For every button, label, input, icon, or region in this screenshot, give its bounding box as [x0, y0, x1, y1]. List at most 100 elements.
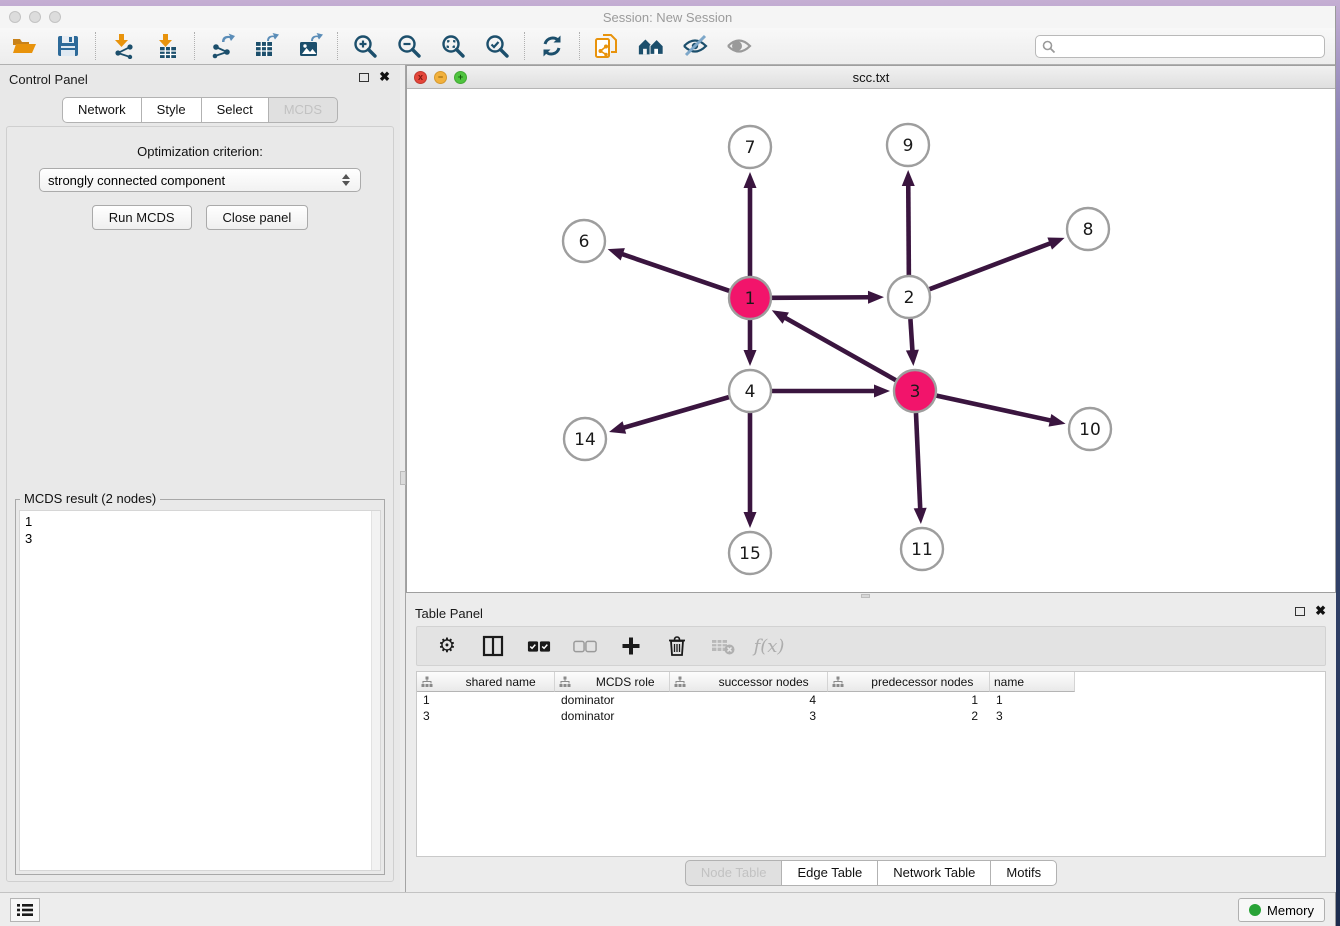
table-cell[interactable]: dominator — [555, 708, 670, 724]
zoom-in-icon[interactable] — [351, 32, 379, 60]
splitter-grip[interactable] — [861, 594, 870, 598]
save-session-icon[interactable] — [54, 32, 82, 60]
table-cell[interactable]: 3 — [670, 708, 828, 724]
graph-edge-2-8[interactable] — [930, 242, 1053, 289]
column-label: MCDS role — [596, 675, 655, 689]
table-toolbar: ⚙ f(x) — [416, 626, 1326, 666]
close-panel-icon[interactable]: ✖ — [379, 72, 390, 82]
column-label: name — [994, 675, 1024, 689]
table-cell[interactable]: 3 — [990, 708, 1075, 724]
control-panel: Control Panel ✖ NetworkStyleSelectMCDS O… — [0, 65, 400, 892]
delete-table-icon-disabled — [711, 634, 735, 658]
tab-node-table[interactable]: Node Table — [685, 860, 783, 886]
table-cell[interactable]: 1 — [828, 692, 990, 708]
export-table-icon[interactable] — [252, 32, 280, 60]
graph-node-label: 6 — [579, 232, 590, 252]
search-icon — [1041, 39, 1057, 55]
memory-label: Memory — [1267, 903, 1314, 918]
memory-status-icon — [1249, 904, 1261, 916]
column-tree-icon — [674, 676, 686, 688]
hide-graphics-details-icon[interactable] — [681, 32, 709, 60]
network-canvas[interactable]: 1234678910111415 — [407, 89, 1335, 592]
open-session-icon[interactable] — [10, 32, 38, 60]
graph-edge-3-10[interactable] — [936, 396, 1052, 421]
graph-node-label: 14 — [574, 430, 596, 450]
refresh-icon[interactable] — [538, 32, 566, 60]
graph-edge-4-14[interactable] — [621, 397, 728, 428]
column-header-shared-name[interactable]: shared name — [417, 672, 555, 692]
table-cell[interactable]: 1 — [417, 692, 555, 708]
graph-node-label: 7 — [745, 138, 756, 158]
tab-motifs[interactable]: Motifs — [990, 860, 1057, 886]
run-mcds-button[interactable]: Run MCDS — [92, 205, 192, 230]
tab-network-table[interactable]: Network Table — [877, 860, 991, 886]
import-network-icon[interactable] — [109, 32, 137, 60]
first-neighbors-icon[interactable] — [637, 32, 665, 60]
clone-network-icon[interactable] — [593, 32, 621, 60]
graph-edge-2-9[interactable] — [908, 183, 909, 275]
result-scrollbar[interactable] — [371, 511, 380, 870]
mcds-result-text[interactable]: 1 3 — [19, 510, 381, 871]
tab-network[interactable]: Network — [62, 97, 142, 123]
column-tree-icon — [832, 676, 844, 688]
table-cell[interactable]: 2 — [828, 708, 990, 724]
export-network-icon[interactable] — [208, 32, 236, 60]
zoom-out-icon[interactable] — [395, 32, 423, 60]
create-column-plus-icon[interactable] — [619, 634, 643, 658]
graph-node-label: 8 — [1083, 220, 1094, 240]
table-cell[interactable]: dominator — [555, 692, 670, 708]
select-stepper-icon — [342, 174, 350, 186]
table-cell[interactable]: 4 — [670, 692, 828, 708]
tab-mcds[interactable]: MCDS — [268, 97, 338, 123]
column-header-name[interactable]: name — [990, 672, 1075, 692]
task-history-button[interactable] — [10, 898, 40, 922]
search-input[interactable] — [1057, 38, 1324, 56]
search-field[interactable] — [1035, 35, 1325, 58]
graph-edge-3-11[interactable] — [916, 413, 920, 511]
network-frame-titlebar[interactable]: x − + scc.txt — [407, 66, 1335, 89]
graph-edge-3-1[interactable] — [783, 317, 896, 381]
float-panel-icon[interactable] — [1295, 607, 1305, 616]
table-row[interactable]: 1dominator411 — [417, 692, 1325, 708]
fit-selected-icon[interactable] — [483, 32, 511, 60]
graph-node-label: 1 — [745, 289, 756, 309]
deselect-all-columns-icon[interactable] — [573, 634, 597, 658]
table-row[interactable]: 3dominator323 — [417, 708, 1325, 724]
column-header-predecessor-nodes[interactable]: predecessor nodes — [828, 672, 990, 692]
criterion-selected-value: strongly connected component — [48, 173, 342, 188]
network-frame-title: scc.txt — [407, 70, 1335, 85]
graph-edge-1-6[interactable] — [620, 253, 729, 291]
graph-edge-2-3[interactable] — [910, 319, 912, 353]
tab-style[interactable]: Style — [141, 97, 202, 123]
close-panel-icon[interactable]: ✖ — [1315, 606, 1326, 616]
table-cell[interactable]: 3 — [417, 708, 555, 724]
column-label: predecessor nodes — [871, 675, 973, 689]
node-table[interactable]: shared name MCDS role successor nodes prede… — [416, 671, 1326, 857]
show-columns-icon[interactable] — [481, 634, 505, 658]
criterion-select[interactable]: strongly connected component — [39, 168, 361, 192]
main-toolbar — [0, 28, 1335, 65]
column-tree-icon — [559, 676, 571, 688]
memory-button[interactable]: Memory — [1238, 898, 1325, 922]
close-panel-button[interactable]: Close panel — [206, 205, 309, 230]
show-graphics-details-icon[interactable] — [725, 32, 753, 60]
column-header-MCDS-role[interactable]: MCDS role — [555, 672, 670, 692]
fit-content-icon[interactable] — [439, 32, 467, 60]
import-table-icon[interactable] — [153, 32, 181, 60]
float-panel-icon[interactable] — [359, 73, 369, 82]
graph-edge-1-2[interactable] — [772, 297, 871, 298]
graph-edge-arrowhead — [906, 350, 919, 366]
graph-edge-arrowhead — [874, 385, 890, 398]
graph-edge-arrowhead — [902, 170, 915, 186]
select-all-columns-icon[interactable] — [527, 634, 551, 658]
delete-column-trash-icon[interactable] — [665, 634, 689, 658]
network-canvas-svg: 1234678910111415 — [407, 89, 1335, 592]
tab-select[interactable]: Select — [201, 97, 269, 123]
table-cell[interactable]: 1 — [990, 692, 1075, 708]
tab-edge-table[interactable]: Edge Table — [781, 860, 878, 886]
table-settings-gear-icon[interactable]: ⚙ — [435, 634, 459, 658]
column-header-successor-nodes[interactable]: successor nodes — [670, 672, 828, 692]
column-tree-icon — [421, 676, 433, 688]
graph-node-label: 2 — [904, 288, 915, 308]
export-image-icon[interactable] — [296, 32, 324, 60]
